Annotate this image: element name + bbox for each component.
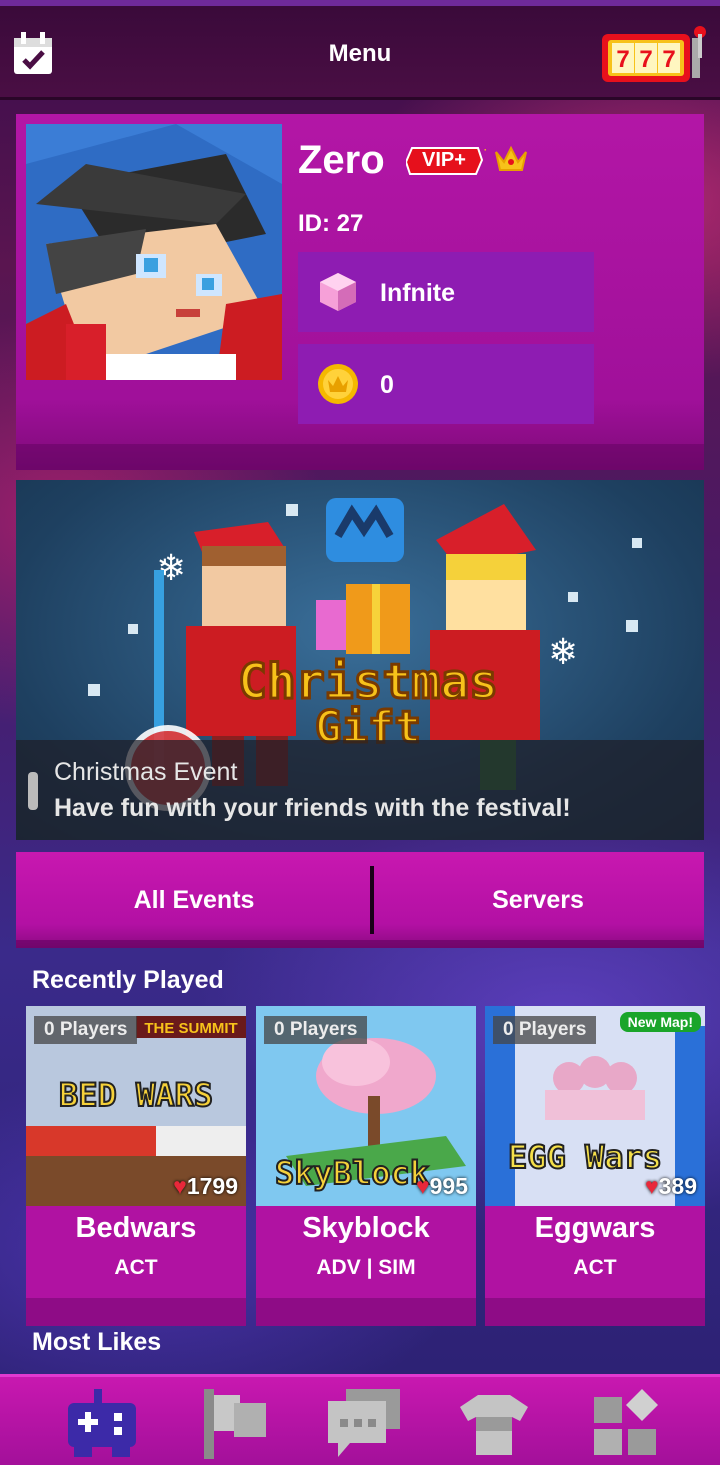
gem-cube-icon xyxy=(320,273,356,311)
svg-text:7: 7 xyxy=(639,46,652,73)
like-count: ♥1799 xyxy=(173,1173,238,1199)
gems-balance[interactable]: Infnite xyxy=(298,252,594,332)
eggwars-art: EGG Wars xyxy=(508,1138,662,1176)
flag-icon[interactable] xyxy=(198,1389,274,1459)
game-thumbnail: THE SUMMIT BED WARS 0 Players ♥1799 xyxy=(26,1006,246,1206)
card-footer xyxy=(485,1298,705,1326)
caption-indicator xyxy=(28,772,38,810)
slot-machine-icon[interactable]: 7 7 7 xyxy=(600,24,712,86)
svg-text:+: + xyxy=(484,144,486,157)
heart-icon: ♥ xyxy=(644,1173,659,1199)
game-category: ADV | SIM xyxy=(316,1256,416,1279)
blocks-icon[interactable] xyxy=(590,1389,666,1459)
most-likes-title: Most Likes xyxy=(32,1328,162,1356)
gamepad-icon[interactable] xyxy=(64,1389,140,1459)
bottom-nav xyxy=(0,1374,720,1465)
heart-icon: ♥ xyxy=(415,1173,430,1199)
skyblock-art: SkyBlock xyxy=(275,1154,429,1192)
gold-value: 0 xyxy=(380,371,394,399)
game-name: Bedwars xyxy=(75,1212,197,1244)
new-map-badge: New Map! xyxy=(619,1012,701,1032)
svg-text:7: 7 xyxy=(662,46,675,73)
recently-played-title: Recently Played xyxy=(32,966,224,994)
game-category: ACT xyxy=(114,1256,158,1279)
vip-badge: + VIP+ xyxy=(406,144,486,176)
chat-icon[interactable] xyxy=(326,1389,402,1459)
shirt-icon[interactable] xyxy=(456,1389,532,1459)
svg-text:❄: ❄ xyxy=(548,631,578,672)
card-footer xyxy=(256,1298,476,1326)
crown-icon xyxy=(495,145,527,171)
user-id: ID: 27 xyxy=(298,210,364,237)
banner-title: Christmas Event xyxy=(54,758,238,786)
gems-value: Infnite xyxy=(380,279,455,307)
like-count: ♥389 xyxy=(644,1173,697,1199)
banner-caption: Christmas Event Have fun with your frien… xyxy=(16,740,704,840)
gold-coin-icon xyxy=(318,364,358,404)
svg-text:7: 7 xyxy=(616,46,629,73)
card-footer xyxy=(26,1298,246,1326)
banner-subtitle: Have fun with your friends with the fest… xyxy=(54,794,571,822)
bedwars-art: BED WARS xyxy=(59,1076,213,1114)
game-thumbnail: SkyBlock 0 Players ♥995 xyxy=(256,1006,476,1206)
event-tabs: All Events Servers xyxy=(16,852,704,948)
profile-card[interactable]: Zero + VIP+ ID: 27 Infnite 0 xyxy=(16,114,704,470)
username: Zero xyxy=(298,138,385,182)
game-card-skyblock[interactable]: SkyBlock 0 Players ♥995 Skyblock ADV | S… xyxy=(256,1006,476,1326)
player-count: 0 Players xyxy=(34,1016,138,1044)
tab-all-events[interactable]: All Events xyxy=(16,886,372,915)
game-category: ACT xyxy=(573,1256,617,1279)
event-banner[interactable]: ❄ ❄ Christmas Gift Christmas Event Have … xyxy=(16,480,704,840)
game-card-eggwars[interactable]: EGG Wars 0 Players New Map! ♥389 Eggwars… xyxy=(485,1006,705,1326)
heart-icon: ♥ xyxy=(173,1173,187,1199)
bedwars-art-tag: THE SUMMIT xyxy=(144,1020,237,1037)
player-count: 0 Players xyxy=(264,1016,368,1044)
game-name: Skyblock xyxy=(302,1212,430,1244)
like-count: ♥995 xyxy=(415,1173,468,1199)
avatar[interactable] xyxy=(26,124,282,380)
player-count: 0 Players xyxy=(493,1016,597,1044)
game-name: Eggwars xyxy=(534,1212,656,1244)
game-thumbnail: EGG Wars 0 Players New Map! ♥389 xyxy=(485,1006,705,1206)
tab-servers[interactable]: Servers xyxy=(372,886,704,915)
top-bar: Menu 7 7 7 xyxy=(0,0,720,100)
game-card-bedwars[interactable]: THE SUMMIT BED WARS 0 Players ♥1799 Bedw… xyxy=(26,1006,246,1326)
gold-balance[interactable]: 0 xyxy=(298,344,594,424)
